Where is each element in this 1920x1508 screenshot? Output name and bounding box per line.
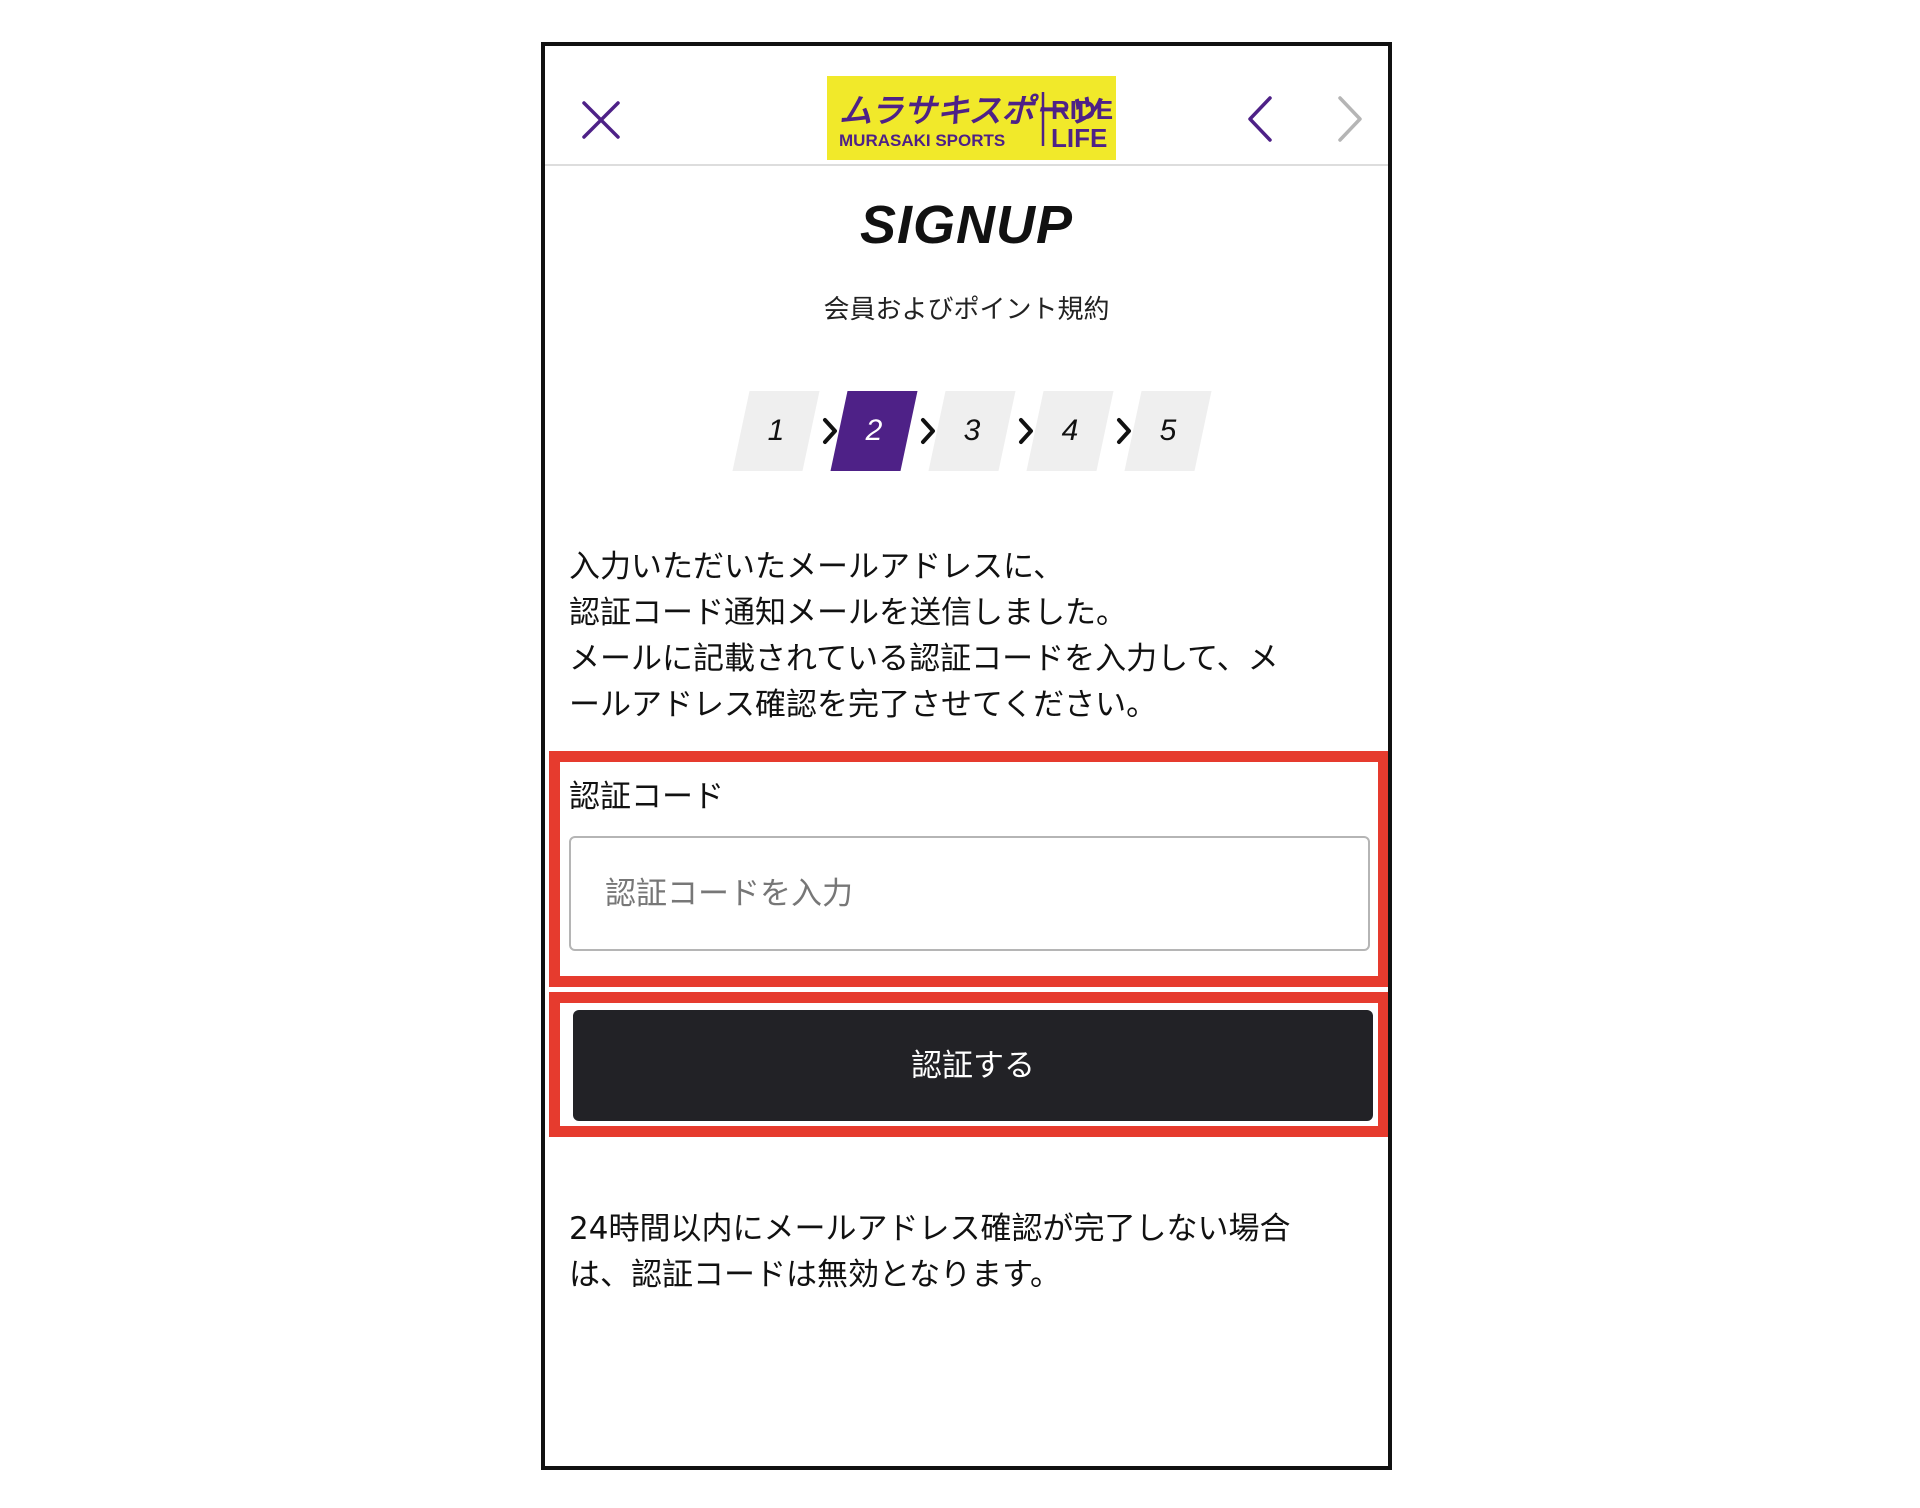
step-4: 4 <box>1026 391 1114 471</box>
forward-button[interactable] <box>1330 94 1370 144</box>
back-button[interactable] <box>1240 94 1280 144</box>
step-number: 5 <box>1159 414 1177 447</box>
verification-code-input[interactable] <box>569 836 1370 951</box>
step-2: 2 <box>830 391 918 471</box>
message-line: ールアドレス確認を完了させてください。 <box>569 687 1158 723</box>
page-title: SIGNUP <box>859 195 1074 255</box>
message-line: 入力いただいたメールアドレスに、 <box>569 549 1065 585</box>
step-5: 5 <box>1124 391 1212 471</box>
step-number: 4 <box>1061 414 1079 447</box>
chevron-right-icon <box>1338 96 1362 142</box>
close-icon <box>582 101 620 139</box>
step-number: 1 <box>767 414 785 447</box>
verify-button[interactable]: 認証する <box>573 1010 1373 1121</box>
brand-logo: ムラサキスポーツ MURASAKI SPORTS RIDE LIFE <box>827 76 1116 160</box>
top-bar: ムラサキスポーツ MURASAKI SPORTS RIDE LIFE <box>545 46 1388 166</box>
chevron-left-icon <box>1248 96 1272 142</box>
step-indicator: 1 2 3 4 5 <box>545 391 1388 471</box>
instruction-message: 入力いただいたメールアドレスに、 認証コード通知メールを送信しました。 メールに… <box>569 544 1369 728</box>
step-number: 3 <box>963 414 981 447</box>
svg-text:MURASAKI SPORTS: MURASAKI SPORTS <box>839 131 1005 150</box>
svg-text:LIFE: LIFE <box>1051 123 1107 153</box>
close-button[interactable] <box>579 98 623 142</box>
terms-subtitle: 会員およびポイント規約 <box>823 295 1110 325</box>
code-label: 認証コード <box>569 779 724 815</box>
signup-screen: ムラサキスポーツ MURASAKI SPORTS RIDE LIFE SIGNU… <box>541 42 1392 1470</box>
step-1: 1 <box>732 391 820 471</box>
note-line: は、認証コードは無効となります。 <box>569 1257 1061 1293</box>
expiry-note: 24時間以内にメールアドレス確認が完了しない場合 は、認証コードは無効となります… <box>569 1206 1369 1298</box>
message-line: メールに記載されている認証コードを入力して、メ <box>569 641 1279 677</box>
note-line: 24時間以内にメールアドレス確認が完了しない場合 <box>569 1211 1291 1247</box>
step-3: 3 <box>928 391 1016 471</box>
step-number: 2 <box>865 414 883 447</box>
svg-text:RIDE: RIDE <box>1051 95 1113 125</box>
message-line: 認証コード通知メールを送信しました。 <box>569 595 1127 631</box>
